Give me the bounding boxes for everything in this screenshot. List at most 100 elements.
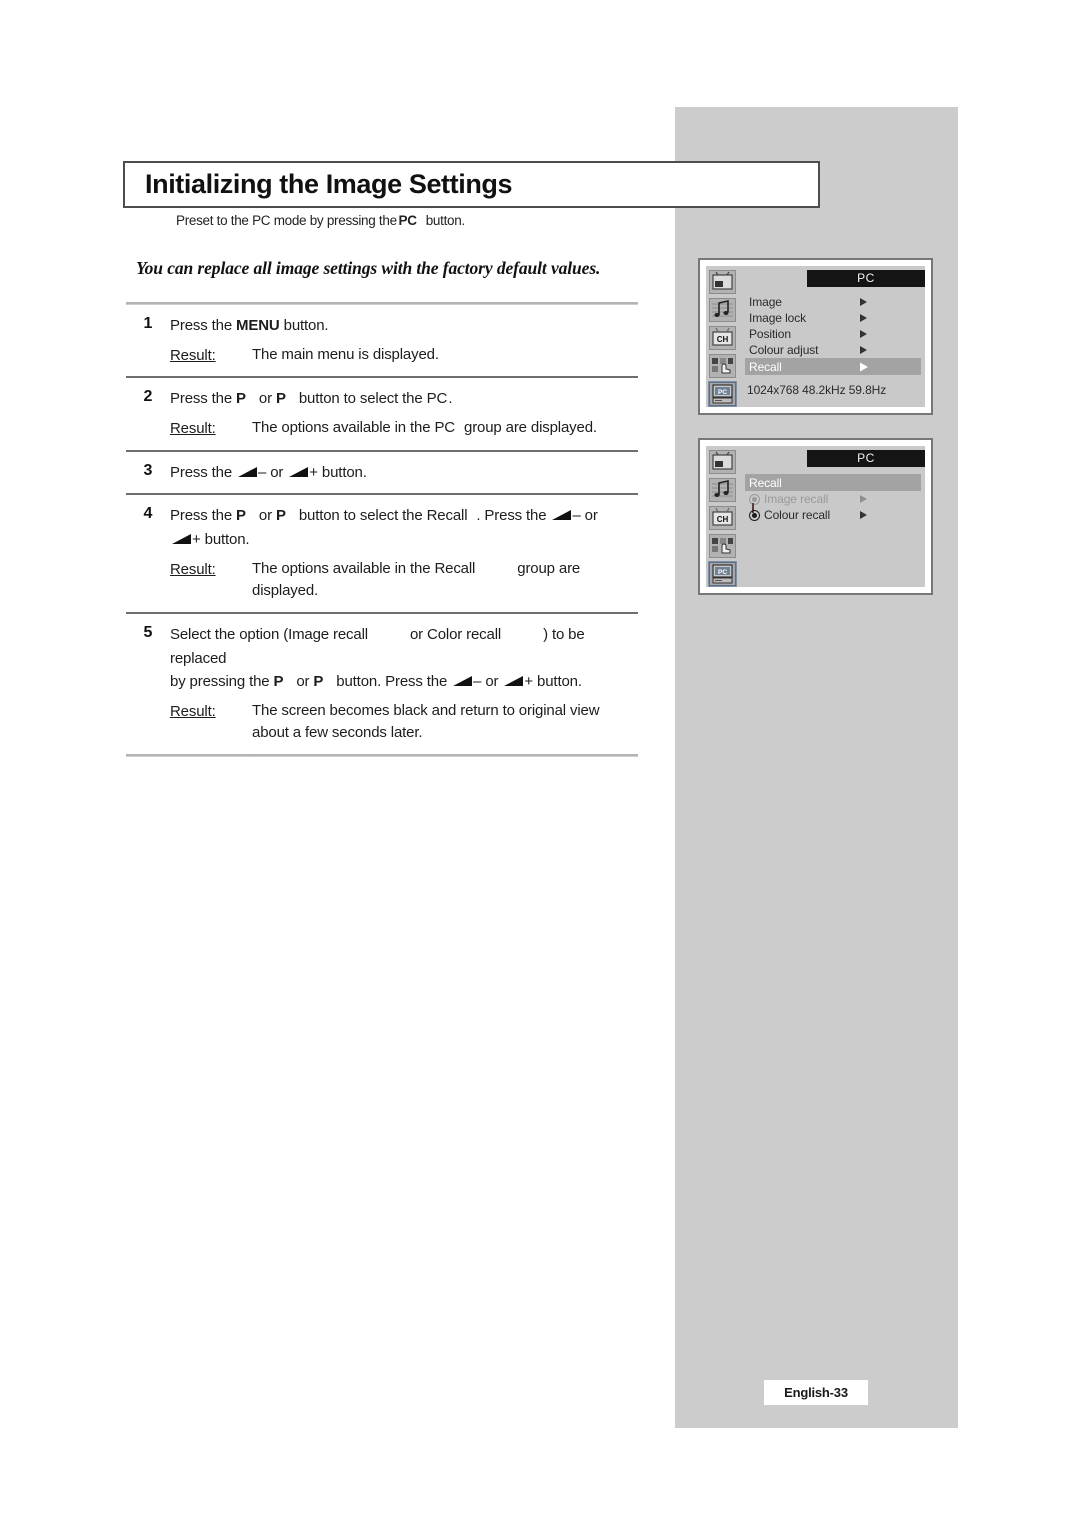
osd-mode-info: 1024x768 48.2kHz 59.8Hz [747,383,887,397]
step4-text-a: Press the [170,507,237,525]
volume-down-icon [552,510,572,521]
step5-text-c: by pressing the [170,673,274,691]
page-title: Initializing the Image Settings [145,169,513,199]
step5-text-d: button. Press the [336,673,452,691]
osd-menu-item-image-lock[interactable]: Image lock [745,310,921,326]
step4-minus: – or [572,507,598,525]
step4-plus: + button. [192,531,250,549]
pc-icon[interactable]: PC [709,382,736,406]
step5-result-line1: The screen becomes black and return to o… [252,701,600,719]
step-body: Press the Por Pbutton to select the PC .… [170,387,638,440]
result-text: The options available in the Recall group… [252,558,638,603]
step-instruction: Press the MENU button. [170,314,638,338]
result-text: The screen becomes black and return to o… [252,700,638,745]
step2-or: or [258,390,276,408]
step-number: 5 [143,623,153,641]
osd-screenshot-main-menu: CH PC PC Image Image lock Position Colou… [698,258,933,415]
osd-title: PC [807,450,925,467]
setup-icon[interactable] [709,534,736,558]
step5-result-line2: about a few seconds later. [252,724,423,742]
step2-result-a: The options available in the [252,419,435,437]
step2-result-pc: PC [434,419,455,437]
picture-icon[interactable] [709,270,736,294]
volume-up-icon [172,534,191,545]
step4-or: or [258,507,276,525]
step-body: Press the – or + button. [170,461,638,485]
osd-menu-list: Image Image lock Position Colour adjust … [745,294,921,375]
svg-text:CH: CH [717,335,729,344]
step-instruction: Press the – or + button. [170,461,638,485]
channel-icon[interactable]: CH [709,326,736,350]
steps-list: 1 Press the MENU button. Result: The mai… [126,302,638,757]
menu-button-label: MENU [236,317,280,334]
step-number: 4 [143,505,153,523]
step-item: 5 Select the option (Image recall or Colo… [126,614,638,754]
svg-text:PC: PC [718,569,727,576]
osd-menu-item-image-recall[interactable]: Image recall [745,491,921,513]
picture-icon[interactable] [709,450,736,474]
sound-icon[interactable] [709,478,736,502]
svg-text:CH: CH [717,515,729,524]
result-label: Result: [170,702,216,720]
result-label: Result: [170,560,216,578]
step2-text-c: . [448,390,453,408]
pc-icon[interactable]: PC [709,562,736,586]
osd-menu-item-colour-recall[interactable]: Colour recall [745,507,921,523]
osd-main-area: PC Recall Image recall Colour recall [739,446,925,587]
svg-text:PC: PC [718,389,727,396]
step-instruction: Press the Por Pbutton to select the Reca… [170,504,638,551]
step-body: Press the MENU button. Result: The main … [170,314,638,367]
pc-group-label: PC [426,390,448,408]
step-body: Select the option (Image recall or Color … [170,623,638,745]
step-number: 1 [143,315,153,332]
osd-menu-list: Recall Image recall Colour recall [745,474,921,523]
color-recall-option-label: Color recall [427,625,502,643]
osd-sidebar: CH PC [706,446,739,587]
preset-note-key: PC [398,213,417,228]
result-label: Result: [170,346,216,364]
osd-title: PC [807,270,925,287]
p-up-button-label: P [236,390,246,408]
p-down-button-label: P [275,507,286,525]
step4-result-a: The options available in the [252,559,435,577]
preset-note-post: button. [425,213,465,228]
lead-in-sentence: You can replace all image settings with … [136,258,601,278]
volume-up-icon [289,466,309,478]
p-up-button-label: P [273,673,284,691]
step5-text-a: Select the option ( [170,625,289,643]
osd-item-label: Recall [749,359,782,374]
osd-menu-item-colour-adjust[interactable]: Colour adjust [745,342,921,358]
step2-result-b: group are displayed. [464,419,597,437]
step5-or2: or [296,673,314,691]
preset-note: Preset to the PC mode by pressing the PC… [176,213,465,228]
preset-note-pre: Preset to the PC mode by pressing the [176,213,397,228]
step5-plus: + button. [524,673,582,691]
sound-icon[interactable] [709,298,736,322]
channel-icon[interactable]: CH [709,506,736,530]
osd-item-label: Image recall [764,492,829,506]
page-title-box: Initializing the Image Settings [123,161,820,208]
osd-inner: CH PC [706,266,925,407]
osd-item-label: Image lock [749,311,807,325]
osd-menu-item-recall[interactable]: Recall [745,358,921,375]
setup-icon[interactable] [709,354,736,378]
step-result: Result: The options available in the PC g… [170,417,638,441]
step-item: 3 Press the – or + button. [126,452,638,494]
recall-group-label: Recall [426,507,468,525]
radio-selected-icon [749,509,760,521]
step-result: Result: The screen becomes black and ret… [170,700,638,745]
osd-sidebar: CH PC [706,266,739,407]
step-body: Press the Por Pbutton to select the Reca… [170,504,638,602]
osd-item-label: Image [749,295,782,309]
osd-screenshot-recall-menu: CH PC PC Recall Image recall Colour reca… [698,438,933,595]
step4-text-b: button to select the [298,507,427,525]
osd-menu-item-image[interactable]: Image [745,294,921,310]
volume-up-icon [504,676,524,687]
osd-menu-item-position[interactable]: Position [745,326,921,342]
step-result: Result: The main menu is displayed. [170,344,638,368]
step-item: 1 Press the MENU button. Result: The mai… [126,305,638,376]
step-instruction: Press the Por Pbutton to select the PC . [170,387,638,411]
result-text: The main menu is displayed. [252,345,439,363]
step-number: 2 [143,388,153,406]
step-item: 2 Press the Por Pbutton to select the PC… [126,378,638,449]
